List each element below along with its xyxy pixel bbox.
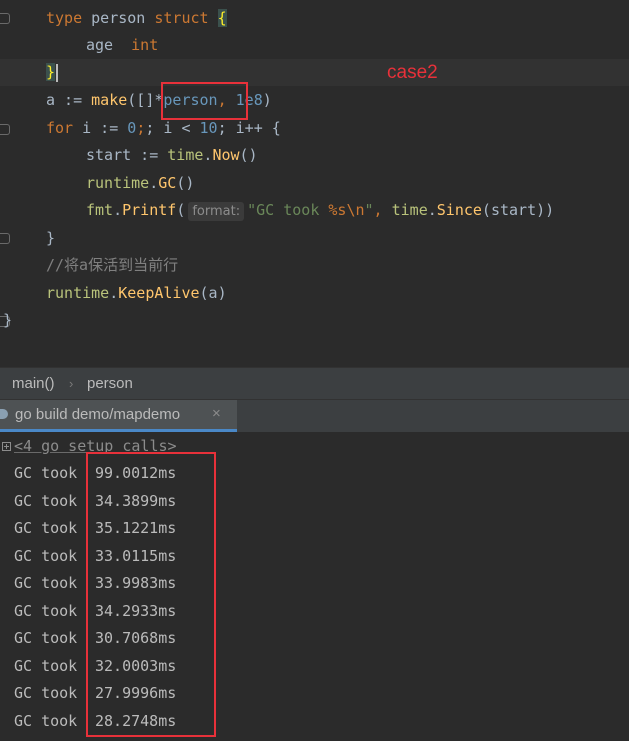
code-token: a :=: [46, 91, 92, 109]
console-prefix: GC took: [14, 464, 78, 482]
function-name: Now: [212, 146, 240, 164]
close-brace: }: [46, 63, 56, 81]
package-name: runtime: [86, 174, 150, 192]
code-line-type-decl: type person struct {: [0, 5, 629, 32]
code-comment: //将a保活到当前行: [46, 256, 179, 274]
package-name: runtime: [46, 284, 110, 302]
format-verb: %s\n: [328, 201, 365, 219]
chevron-right-icon: ›: [69, 376, 74, 391]
code-token: ,: [373, 201, 392, 219]
code-token: .: [113, 201, 123, 219]
code-token: (): [176, 174, 195, 192]
console-prefix: GC took: [14, 684, 78, 702]
console-prefix: GC took: [14, 491, 78, 510]
code-token: (: [176, 201, 186, 219]
code-line-for: for i := 0;; i < 10; i++ {: [0, 115, 629, 142]
keyword-struct: struct: [154, 9, 209, 27]
code-token: (): [239, 146, 258, 164]
number-literal: 10: [199, 119, 218, 137]
function-name: KeepAlive: [118, 284, 200, 302]
run-tool-window-tabs: go build demo/mapdemo ×: [0, 399, 629, 432]
function-name: Since: [436, 201, 482, 219]
code-line-close-func: }: [0, 307, 629, 334]
code-editor[interactable]: type person struct { age int } a := make…: [0, 0, 629, 367]
code-line-printf: fmt.Printf(format: "GC took %s\n", time.S…: [0, 197, 629, 224]
code-token: i :=: [73, 119, 128, 137]
tab-label: go build demo/mapdemo: [15, 406, 181, 423]
console-prefix: GC took: [14, 629, 78, 647]
code-token: ;: [136, 119, 146, 137]
close-icon[interactable]: ×: [212, 405, 221, 422]
console-prefix: GC took: [14, 601, 78, 620]
function-name: GC: [158, 174, 177, 192]
annotation-box-pointer: [161, 82, 248, 120]
code-line-field: age int: [0, 32, 629, 59]
keyword-for: for: [46, 119, 74, 137]
text-caret: [56, 63, 59, 82]
package-name: time: [391, 201, 428, 219]
console-prefix: GC took: [14, 546, 78, 565]
code-line-gc: runtime.GC(): [0, 170, 629, 197]
code-token: (a): [199, 284, 227, 302]
breadcrumb: main() › person: [0, 367, 629, 399]
code-token: .: [109, 284, 119, 302]
code-line-make: a := make([]*person, 1e8): [0, 87, 629, 114]
expand-icon[interactable]: [2, 442, 11, 451]
code-line-comment: //将a保活到当前行: [0, 252, 629, 279]
open-brace: {: [217, 9, 227, 27]
package-name: fmt: [86, 201, 114, 219]
annotation-label: case2: [387, 62, 438, 83]
code-token: ; i++ {: [217, 119, 281, 137]
code-line-keepalive: runtime.KeepAlive(a): [0, 280, 629, 307]
code-token: (start)): [481, 201, 555, 219]
code-token: .: [427, 201, 437, 219]
keyword-type: type: [46, 9, 83, 27]
tab-run-config[interactable]: go build demo/mapdemo ×: [0, 400, 237, 432]
breadcrumb-item-person[interactable]: person: [87, 368, 133, 399]
console-prefix: GC took: [14, 574, 78, 592]
field-type: int: [131, 36, 159, 54]
go-gopher-icon: [0, 409, 8, 419]
field-name: age: [86, 36, 114, 54]
string-literal: ": [364, 201, 374, 219]
code-token: ([]: [127, 91, 155, 109]
type-name: person: [91, 9, 146, 27]
number-literal: 0: [127, 119, 137, 137]
close-brace: }: [3, 311, 13, 329]
console-prefix: GC took: [14, 656, 78, 675]
code-token: ; i <: [145, 119, 200, 137]
code-token: .: [149, 174, 159, 192]
code-line-current: }: [0, 59, 629, 86]
code-token: start :=: [86, 146, 168, 164]
code-token: ): [262, 91, 272, 109]
string-literal: "GC took: [247, 201, 329, 219]
function-name: Printf: [122, 201, 177, 219]
annotation-box-times: [86, 452, 216, 737]
package-name: time: [167, 146, 204, 164]
parameter-hint: format:: [188, 202, 245, 221]
console-prefix: GC took: [14, 711, 78, 730]
breadcrumb-item-main[interactable]: main(): [12, 368, 55, 399]
make-call: make: [91, 91, 128, 109]
code-line-start: start := time.Now(): [0, 142, 629, 169]
console-prefix: GC took: [14, 519, 78, 537]
code-line-close-for: }: [0, 225, 629, 252]
close-brace: }: [46, 229, 56, 247]
console-output[interactable]: <4 go setup calls> GC took 99.0012ms GC to…: [0, 432, 629, 741]
